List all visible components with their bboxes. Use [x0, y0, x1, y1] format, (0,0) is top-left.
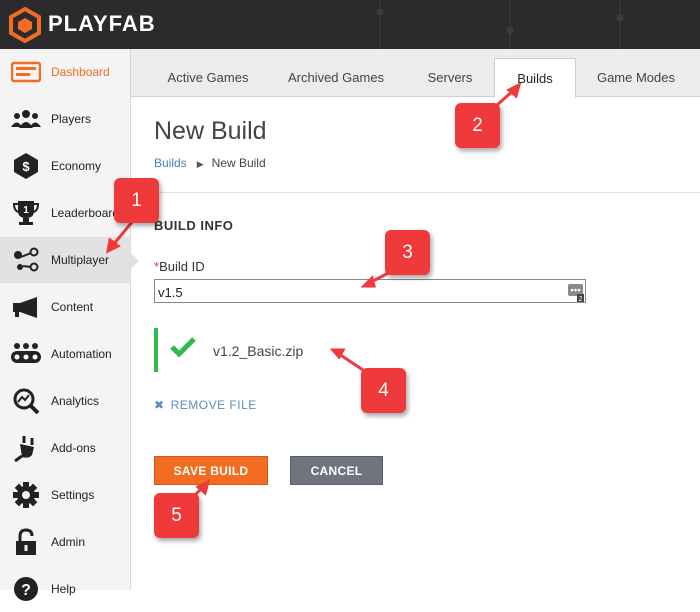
section-title: BUILD INFO	[154, 218, 234, 233]
sidebar-item-help[interactable]: ? Help	[0, 566, 130, 612]
svg-text:2: 2	[579, 296, 583, 302]
breadcrumb-current: New Build	[211, 156, 266, 170]
save-build-button[interactable]: SAVE BUILD	[154, 456, 268, 485]
sidebar-item-label: Dashboard	[51, 65, 110, 79]
sidebar-item-settings[interactable]: Settings	[0, 472, 130, 518]
sidebar-item-label: Content	[51, 300, 94, 314]
page-title: New Build	[154, 117, 267, 145]
remove-file-link[interactable]: ✖ REMOVE FILE	[154, 398, 257, 412]
economy-icon: $	[10, 151, 42, 181]
callout-2: 2	[455, 103, 500, 148]
uploaded-file-name: v1.2_Basic.zip	[213, 343, 304, 359]
dashboard-icon	[10, 57, 42, 87]
svg-text:?: ?	[21, 582, 31, 599]
callout-4: 4	[361, 368, 406, 413]
callout-1: 1	[114, 178, 159, 223]
sidebar-item-admin[interactable]: Admin	[0, 519, 130, 565]
svg-text:1: 1	[23, 205, 29, 216]
tab-servers[interactable]: Servers	[403, 58, 497, 97]
build-id-input[interactable]	[154, 279, 586, 303]
sidebar-item-label: Economy	[51, 159, 102, 173]
cancel-button[interactable]: CANCEL	[290, 456, 383, 485]
content-icon	[10, 292, 42, 322]
sidebar-item-leaderboards[interactable]: 1 Leaderboards	[0, 190, 130, 236]
players-icon	[10, 104, 42, 134]
addons-icon	[10, 433, 42, 463]
sidebar-item-addons[interactable]: Add-ons	[0, 425, 130, 471]
sidebar: Dashboard Players $ Economy 1 Leaderboar…	[0, 49, 139, 601]
breadcrumb-separator-icon: ▶	[196, 159, 204, 169]
file-status-bar	[154, 328, 158, 372]
sidebar-item-players[interactable]: Players	[0, 96, 130, 142]
sidebar-item-label: Analytics	[51, 394, 100, 408]
sidebar-item-label: Help	[51, 582, 76, 596]
logo-text[interactable]: PLAYFAB	[48, 11, 156, 37]
playfab-logo-icon[interactable]	[8, 7, 42, 43]
breadcrumb: Builds ▶ New Build	[154, 156, 266, 170]
remove-file-label: REMOVE FILE	[170, 398, 257, 412]
sidebar-item-content[interactable]: Content	[0, 284, 130, 330]
sidebar-item-label: Settings	[51, 488, 95, 502]
callout-5: 5	[154, 493, 199, 538]
help-icon: ?	[10, 574, 42, 604]
automation-icon	[10, 339, 42, 369]
build-id-label: *Build ID	[154, 259, 205, 274]
sidebar-item-dashboard[interactable]: Dashboard	[0, 49, 130, 95]
callout-3: 3	[385, 230, 430, 275]
sidebar-item-automation[interactable]: Automation	[0, 331, 130, 377]
password-manager-icon[interactable]: 2	[568, 284, 584, 302]
sidebar-item-label: Automation	[51, 347, 112, 361]
breadcrumb-link-builds[interactable]: Builds	[154, 156, 187, 170]
multiplayer-icon	[10, 245, 42, 275]
remove-x-icon: ✖	[154, 398, 165, 412]
tab-game-modes[interactable]: Game Modes	[583, 58, 689, 97]
divider	[132, 192, 700, 193]
sidebar-item-label: Admin	[51, 535, 86, 549]
sidebar-item-multiplayer[interactable]: Multiplayer	[0, 237, 139, 283]
decorative-lines-icon	[376, 0, 624, 49]
leaderboards-icon: 1	[10, 198, 42, 228]
sidebar-item-label: Add-ons	[51, 441, 96, 455]
sidebar-item-economy[interactable]: $ Economy	[0, 143, 130, 189]
sidebar-item-analytics[interactable]: Analytics	[0, 378, 130, 424]
top-bar: PLAYFAB	[0, 0, 700, 49]
checkmark-icon	[170, 337, 196, 358]
tab-builds[interactable]: Builds	[494, 58, 576, 98]
settings-icon	[10, 480, 42, 510]
sidebar-item-label: Players	[51, 112, 92, 126]
sidebar-item-label: Multiplayer	[51, 253, 110, 267]
svg-text:$: $	[22, 159, 30, 174]
admin-icon	[10, 527, 42, 557]
tab-archived-games[interactable]: Archived Games	[277, 58, 395, 97]
tab-bar: Active Games Archived Games Servers Buil…	[131, 49, 700, 98]
analytics-icon	[10, 386, 42, 416]
build-id-label-text: Build ID	[159, 259, 205, 274]
tab-active-games[interactable]: Active Games	[147, 58, 269, 97]
